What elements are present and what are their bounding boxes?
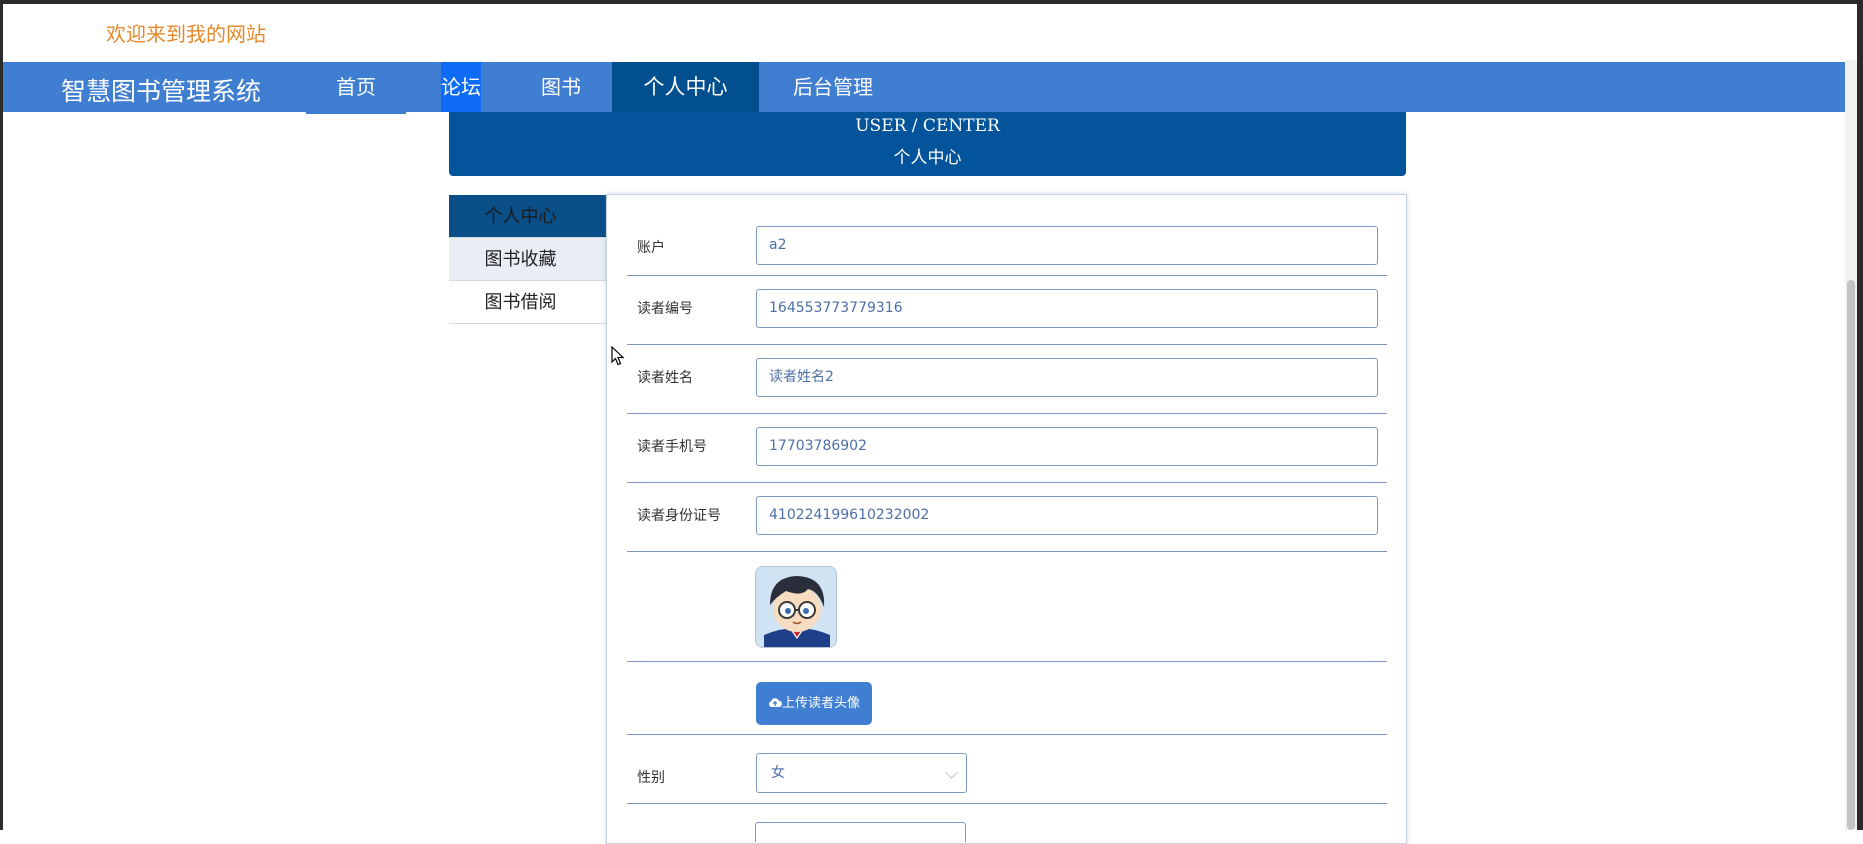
nav-home-underline: [306, 112, 406, 114]
nav-item-home[interactable]: 首页: [306, 62, 406, 112]
window-frame-left: [0, 0, 3, 830]
form-row-gender: 性别 女: [627, 735, 1387, 804]
cloud-upload-icon: [769, 698, 782, 707]
welcome-text: 欢迎来到我的网站: [106, 22, 266, 46]
reader-phone-input[interactable]: 17703786902: [756, 427, 1378, 466]
reader-id-input[interactable]: 164553773779316: [756, 289, 1378, 328]
top-navbar: 智慧图书管理系统 首页 论坛 图书 个人中心 后台管理: [3, 62, 1845, 114]
reader-phone-label: 读者手机号: [637, 439, 707, 455]
nav-item-admin[interactable]: 后台管理: [783, 62, 883, 112]
form-row-avatar: [627, 552, 1387, 662]
reader-name-input[interactable]: 读者姓名2: [756, 358, 1378, 397]
form-row-reader-name: 读者姓名 读者姓名2: [627, 345, 1387, 414]
reader-idcard-input[interactable]: 410224199610232002: [756, 496, 1378, 535]
nav-item-forum[interactable]: 论坛: [441, 62, 481, 112]
gender-selected-value: 女: [771, 765, 785, 781]
window-frame-right: [1857, 0, 1863, 830]
site-brand: 智慧图书管理系统: [61, 77, 262, 106]
mouse-cursor-icon: [611, 346, 625, 366]
avatar-illustration: [756, 567, 836, 647]
sidebar-menu: 个人中心 图书收藏 图书借阅: [449, 195, 607, 324]
upload-avatar-label: 上传读者头像: [781, 696, 860, 711]
gender-select[interactable]: 女: [756, 753, 967, 793]
sidebar-item-book-favorites[interactable]: 图书收藏: [449, 238, 607, 281]
account-input[interactable]: a2: [756, 226, 1378, 265]
reader-avatar-image: [755, 566, 837, 648]
form-row-reader-id: 读者编号 164553773779316: [627, 276, 1387, 345]
scrollbar-thumb[interactable]: [1847, 280, 1855, 830]
sidebar-item-book-borrow[interactable]: 图书借阅: [449, 281, 607, 324]
banner-title-en: USER / CENTER: [855, 116, 1000, 136]
reader-id-label: 读者编号: [637, 301, 693, 317]
banner-title-cn: 个人中心: [893, 148, 962, 168]
page-banner: USER / CENTER 个人中心: [449, 112, 1406, 176]
nav-item-books[interactable]: 图书: [511, 62, 611, 112]
form-row-upload: 上传读者头像: [627, 662, 1387, 735]
form-row-reader-phone: 读者手机号 17703786902: [627, 414, 1387, 483]
account-label: 账户: [637, 240, 665, 256]
chevron-down-icon: [945, 766, 958, 779]
next-field-input[interactable]: [755, 822, 966, 842]
window-frame-top: [0, 0, 1863, 4]
gender-label: 性别: [637, 770, 665, 786]
form-row-account: 账户 a2: [627, 195, 1387, 276]
form-row-reader-idcard: 读者身份证号 410224199610232002: [627, 483, 1387, 552]
sidebar-item-user-center[interactable]: 个人中心: [449, 195, 607, 238]
upload-avatar-button[interactable]: 上传读者头像: [756, 682, 872, 725]
nav-item-user-center[interactable]: 个人中心: [612, 62, 759, 112]
reader-name-label: 读者姓名: [637, 370, 693, 386]
reader-idcard-label: 读者身份证号: [637, 508, 721, 524]
profile-form-panel: 账户 a2 读者编号 164553773779316 读者姓名 读者姓名2 读者…: [606, 194, 1407, 844]
